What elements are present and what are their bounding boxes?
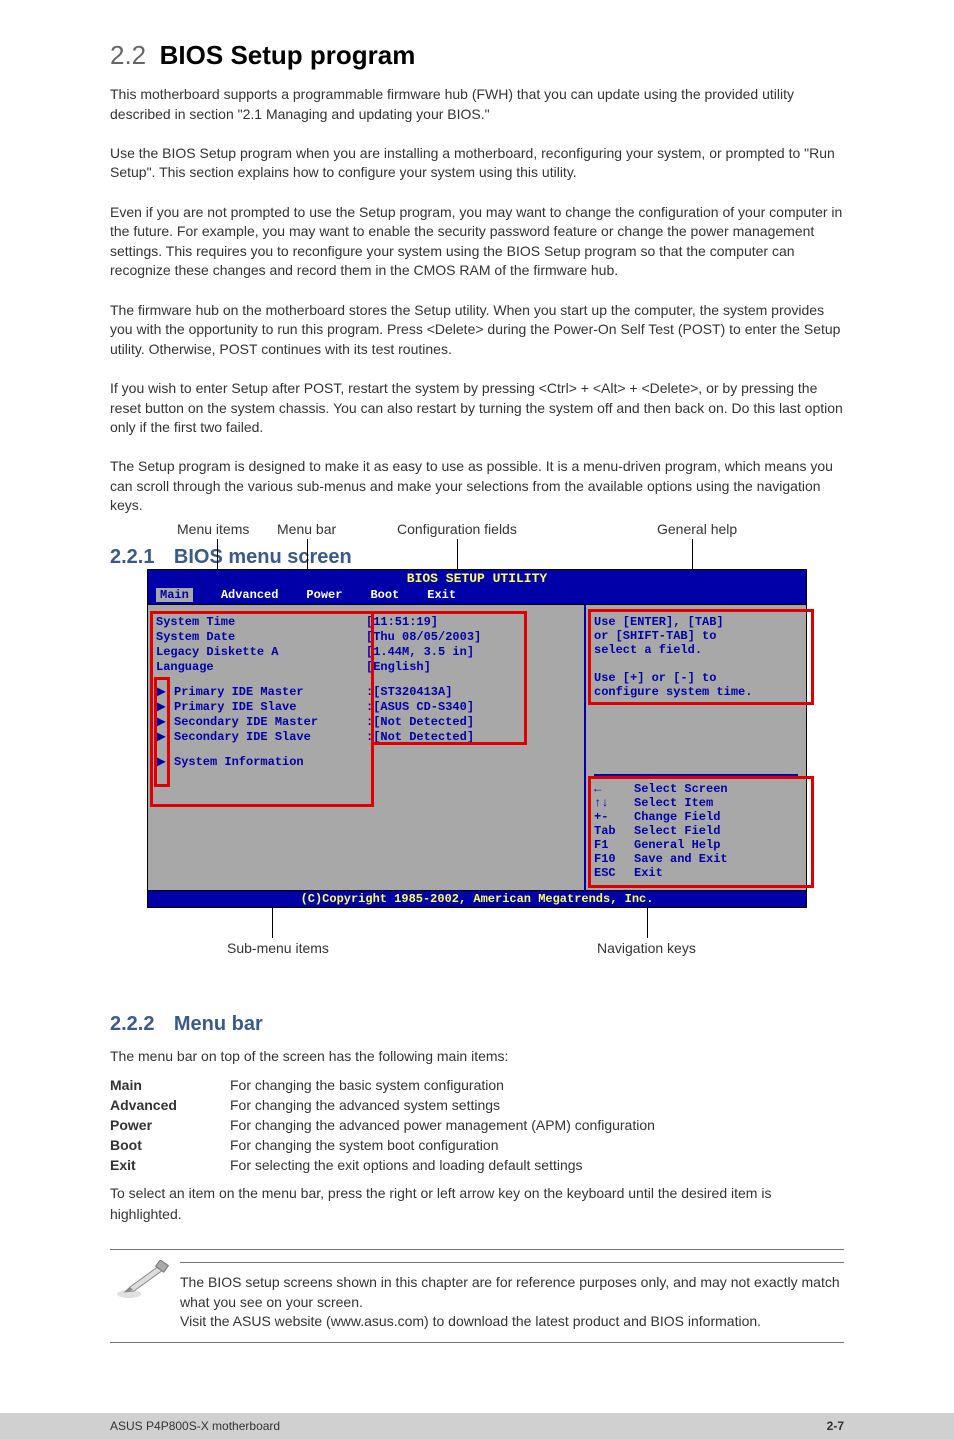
bios-help-panel: Use [ENTER], [TAB] or [SHIFT-TAB] to sel… (586, 605, 806, 890)
bios-footer: (C)Copyright 1985-2002, American Megatre… (148, 890, 806, 907)
note-box: The BIOS setup screens shown in this cha… (110, 1249, 844, 1343)
list-item: PowerFor changing the advanced power man… (110, 1117, 844, 1133)
section-title: BIOS Setup program (160, 40, 416, 70)
callout-box-submenu (154, 677, 170, 787)
callout-box-menu-items (150, 611, 374, 807)
sub2-tail: To select an item on the menu bar, press… (110, 1183, 844, 1225)
list-item: MainFor changing the basic system config… (110, 1077, 844, 1093)
intro-text: This motherboard supports a programmable… (110, 85, 844, 516)
tab-main[interactable]: Main (156, 588, 193, 602)
bios-main-panel: System Time [11:51:19] System Date [Thu … (148, 605, 586, 890)
callout-menu-items: Menu items (177, 521, 249, 537)
list-item: AdvancedFor changing the advanced system… (110, 1097, 844, 1113)
callout-box-nav-keys (588, 776, 814, 888)
bios-menu-bar[interactable]: Main Advanced Power Boot Exit (148, 586, 806, 604)
callout-general-help: General help (657, 521, 737, 537)
tab-advanced[interactable]: Advanced (221, 588, 279, 602)
footer-left: ASUS P4P800S-X motherboard (110, 1419, 280, 1433)
section-heading: 2.2 BIOS Setup program (110, 40, 844, 71)
bios-title: BIOS SETUP UTILITY (148, 570, 806, 586)
bios-figure: Menu items Menu bar Configuration fields… (147, 569, 807, 908)
sub2-title: Menu bar (174, 1013, 263, 1035)
callout-sub-menu: Sub-menu items (227, 940, 329, 956)
sub2-intro: The menu bar on top of the screen has th… (110, 1046, 844, 1067)
list-item: BootFor changing the system boot configu… (110, 1137, 844, 1153)
callout-menu-bar: Menu bar (277, 521, 336, 537)
tab-power[interactable]: Power (306, 588, 342, 602)
sub-number: 2.2.1 (110, 546, 170, 569)
subsection-2-2-2: 2.2.2 Menu bar (110, 1013, 844, 1036)
sub-title: BIOS menu screen (174, 546, 352, 568)
subsection-2-2-1: 2.2.1 BIOS menu screen (110, 546, 844, 569)
page-footer: ASUS P4P800S-X motherboard 2-7 (0, 1413, 954, 1439)
callout-nav-keys: Navigation keys (597, 940, 696, 956)
callout-box-config-fields (371, 611, 527, 745)
bios-window: BIOS SETUP UTILITY Main Advanced Power B… (147, 569, 807, 908)
callout-config-fields: Configuration fields (397, 521, 517, 537)
tab-exit[interactable]: Exit (427, 588, 456, 602)
sub2-number: 2.2.2 (110, 1013, 170, 1036)
pen-icon (110, 1260, 180, 1300)
section-number: 2.2 (110, 40, 146, 70)
list-item: ExitFor selecting the exit options and l… (110, 1157, 844, 1173)
footer-page-number: 2-7 (827, 1419, 844, 1433)
menu-bar-items-list: MainFor changing the basic system config… (110, 1077, 844, 1173)
note-text: The BIOS setup screens shown in this cha… (180, 1260, 844, 1332)
tab-boot[interactable]: Boot (370, 588, 399, 602)
callout-box-general-help (588, 609, 814, 705)
